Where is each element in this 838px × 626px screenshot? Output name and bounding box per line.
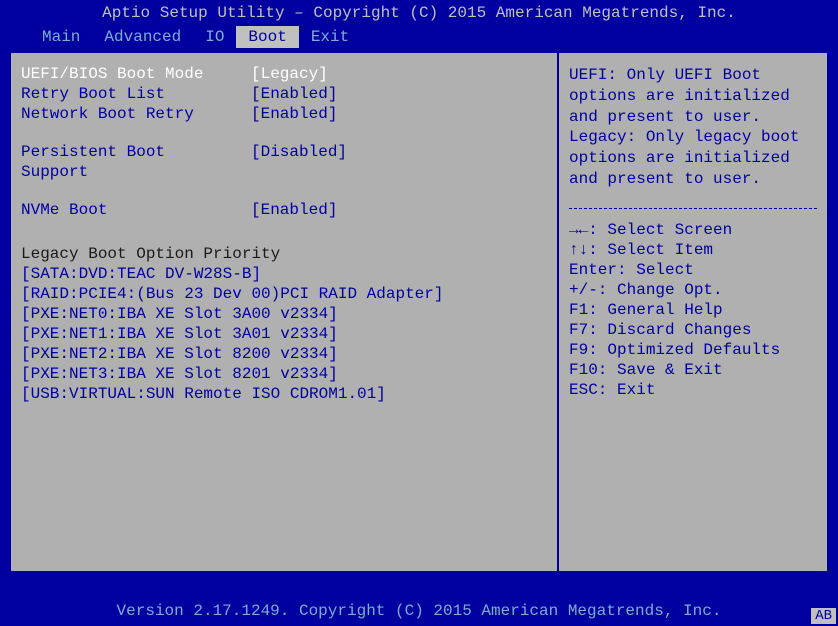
key-hint-esc-exit: ESC: Exit bbox=[569, 381, 817, 399]
footer-text: Version 2.17.1249. Copyright (C) 2015 Am… bbox=[0, 596, 838, 626]
boot-item[interactable]: [PXE:NET0:IBA XE Slot 3A00 v2334] bbox=[21, 305, 547, 323]
key-hint-discard-changes: F7: Discard Changes bbox=[569, 321, 817, 339]
setting-label: Retry Boot List bbox=[21, 85, 251, 103]
setting-label: Support bbox=[21, 163, 251, 181]
help-panel: UEFI: Only UEFI Boot options are initial… bbox=[558, 52, 828, 572]
setting-persistent-boot-support[interactable]: Persistent Boot [Disabled] bbox=[21, 143, 547, 161]
boot-item[interactable]: [PXE:NET3:IBA XE Slot 8201 v2334] bbox=[21, 365, 547, 383]
menu-boot[interactable]: Boot bbox=[236, 26, 298, 48]
setting-label: UEFI/BIOS Boot Mode bbox=[21, 65, 251, 83]
key-hint-enter: Enter: Select bbox=[569, 261, 817, 279]
content-area: UEFI/BIOS Boot Mode [Legacy] Retry Boot … bbox=[10, 52, 828, 572]
boot-item[interactable]: [PXE:NET1:IBA XE Slot 3A01 v2334] bbox=[21, 325, 547, 343]
setting-value: [Enabled] bbox=[251, 105, 337, 123]
key-hint-change-opt: +/-: Change Opt. bbox=[569, 281, 817, 299]
corner-label: AB bbox=[811, 608, 836, 624]
setting-value: [Enabled] bbox=[251, 201, 337, 219]
divider bbox=[569, 208, 817, 209]
setting-network-boot-retry[interactable]: Network Boot Retry [Enabled] bbox=[21, 105, 547, 123]
setting-retry-boot-list[interactable]: Retry Boot List [Enabled] bbox=[21, 85, 547, 103]
help-text: UEFI: Only UEFI Boot options are initial… bbox=[569, 65, 817, 190]
boot-priority-header: Legacy Boot Option Priority bbox=[21, 245, 547, 263]
setting-uefi-bios-boot-mode[interactable]: UEFI/BIOS Boot Mode [Legacy] bbox=[21, 65, 547, 83]
key-hint-save-exit: F10: Save & Exit bbox=[569, 361, 817, 379]
setting-label: NVMe Boot bbox=[21, 201, 251, 219]
setting-persistent-boot-support-line2: Support bbox=[21, 163, 547, 181]
header-title: Aptio Setup Utility – Copyright (C) 2015… bbox=[0, 0, 838, 26]
setting-label: Network Boot Retry bbox=[21, 105, 251, 123]
key-hint-select-item: ↑↓: Select Item bbox=[569, 241, 817, 259]
main-panel: UEFI/BIOS Boot Mode [Legacy] Retry Boot … bbox=[10, 52, 558, 572]
setting-nvme-boot[interactable]: NVMe Boot [Enabled] bbox=[21, 201, 547, 219]
key-hint-select-screen: →←: Select Screen bbox=[569, 221, 817, 239]
setting-value: [Legacy] bbox=[251, 65, 328, 83]
setting-value: [Disabled] bbox=[251, 143, 347, 161]
boot-item[interactable]: [PXE:NET2:IBA XE Slot 8200 v2334] bbox=[21, 345, 547, 363]
menu-exit[interactable]: Exit bbox=[299, 26, 361, 48]
menubar: Main Advanced IO Boot Exit bbox=[0, 26, 838, 52]
key-hint-general-help: F1: General Help bbox=[569, 301, 817, 319]
setting-label: Persistent Boot bbox=[21, 143, 251, 161]
menu-io[interactable]: IO bbox=[193, 26, 236, 48]
menu-main[interactable]: Main bbox=[30, 26, 92, 48]
boot-item[interactable]: [RAID:PCIE4:(Bus 23 Dev 00)PCI RAID Adap… bbox=[21, 285, 547, 303]
boot-item[interactable]: [USB:VIRTUAL:SUN Remote ISO CDROM1.01] bbox=[21, 385, 547, 403]
key-hint-optimized-defaults: F9: Optimized Defaults bbox=[569, 341, 817, 359]
menu-advanced[interactable]: Advanced bbox=[92, 26, 193, 48]
setting-value: [Enabled] bbox=[251, 85, 337, 103]
boot-item[interactable]: [SATA:DVD:TEAC DV-W28S-B] bbox=[21, 265, 547, 283]
